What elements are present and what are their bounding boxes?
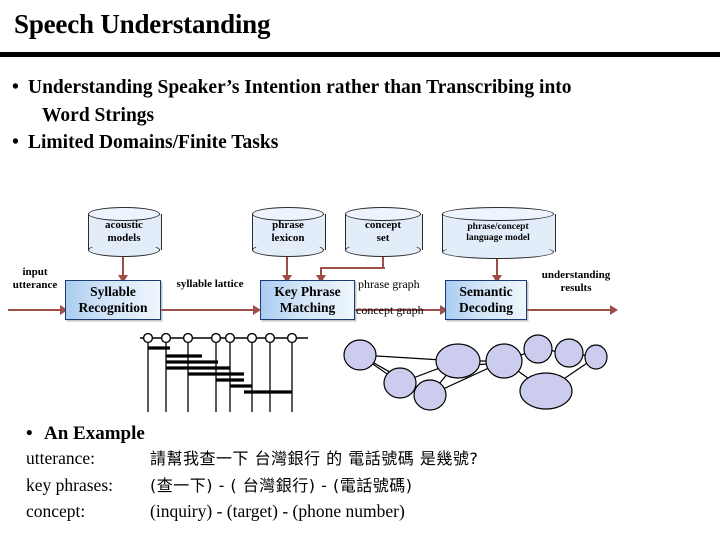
example-row-key-phrases: key phrases: (查一下) - ( 台灣銀行) - (電話號碼) [26,472,712,499]
bullet-dot-icon: • [12,132,19,154]
datastore-label-line1: phrase/concept [467,221,529,232]
datastore-concept-set-label: concept set [345,207,421,257]
bullet-item-1: • Understanding Speaker’s Intention rathe… [12,74,712,102]
datastore-language-model-label: phrase/concept language model [442,207,554,259]
label-input-utterance: input utterance [4,266,66,292]
example-value-key-phrases: (查一下) - ( 台灣銀行) - (電話號碼) [150,475,413,495]
datastore-label-line2: set [376,232,390,244]
label-input-utterance-line2: utterance [12,278,58,291]
process-label-line2: Decoding [459,300,513,315]
label-understanding-results-line1: understanding [541,269,611,281]
bullet-dot-icon: • [26,423,33,444]
datastore-concept-set: concept set [345,207,423,257]
concept-graph-illustration [343,334,608,411]
process-label-line1: Syllable [90,284,136,300]
datastore-acoustic-models: acoustic models [88,207,162,257]
datastore-label-line1: acoustic [105,218,143,231]
example-value-utterance: 請幫我查一下 台灣銀行 的 電話號碼 是幾號? [150,449,479,468]
example-row-concept: concept: (inquiry) - (target) - (phone nu… [26,498,712,525]
example-heading: • An Example [26,423,712,445]
example-row-utterance: utterance: 請幫我查一下 台灣銀行 的 電話號碼 是幾號? [26,445,712,472]
example-value-concept: (inquiry) - (target) - (phone number) [150,501,405,522]
label-concept-graph: concept graph [356,303,424,317]
example-label-key-phrases: key phrases: [26,474,113,495]
arrowhead-understanding-results [610,305,618,315]
process-semantic-decoding[interactable]: Semantic Decoding [445,280,527,320]
process-label-line2: Recognition [78,300,148,315]
example-label-utterance: utterance: [26,448,95,468]
connector-syllable-lattice [161,309,257,312]
bullet-item-2: • Limited Domains/Finite Tasks [12,129,712,157]
datastore-label-line2: language model [466,233,530,243]
bullet-item-2-text: Limited Domains/Finite Tasks [28,132,279,154]
datastore-phrase-lexicon-label: phrase lexicon [252,207,324,257]
connector-acoustic-to-syllable [122,257,125,277]
example-label-concept: concept: [26,501,86,522]
bullet-list: • Understanding Speaker’s Intention rathe… [12,74,712,157]
datastore-label-line2: lexicon [271,232,305,244]
label-syllable-lattice: syllable lattice [176,278,244,290]
label-understanding-results-line2: results [560,281,592,294]
datastore-label-line1: concept [364,218,402,231]
connector-lexicon-to-keyphrase [286,257,289,277]
process-syllable-recognition[interactable]: Syllable Recognition [65,280,161,320]
process-label-line1: Key Phrase [274,284,341,300]
label-understanding-results: understanding results [530,269,622,295]
connector-input-utterance [8,309,64,312]
bullet-item-1-continuation: Word Strings [42,104,155,126]
page-title: Speech Understanding [14,9,271,39]
process-label-line2: Matching [279,300,336,315]
connector-conceptset-left [320,267,385,270]
bullet-dot-icon: • [12,77,19,98]
label-input-utterance-line1: input [22,266,48,278]
process-key-phrase-matching[interactable]: Key Phrase Matching [260,280,355,320]
bullet-item-1-text: Understanding Speaker’s Intention rather… [28,77,572,98]
datastore-label-line2: models [107,232,141,244]
process-label-line1: Semantic [459,284,513,300]
connector-understanding-results [527,309,615,312]
datastore-phrase-concept-language-model: phrase/concept language model [442,207,556,259]
syllable-lattice-illustration [140,332,308,412]
datastore-phrase-lexicon: phrase lexicon [252,207,326,257]
datastore-label-line1: phrase [272,218,304,231]
label-phrase-graph: phrase graph [358,277,420,291]
example-section: • An Example utterance: 請幫我查一下 台灣銀行 的 電話號碼… [12,423,712,525]
title-divider [0,52,720,57]
example-heading-text: An Example [44,423,145,444]
datastore-acoustic-models-label: acoustic models [88,207,160,257]
